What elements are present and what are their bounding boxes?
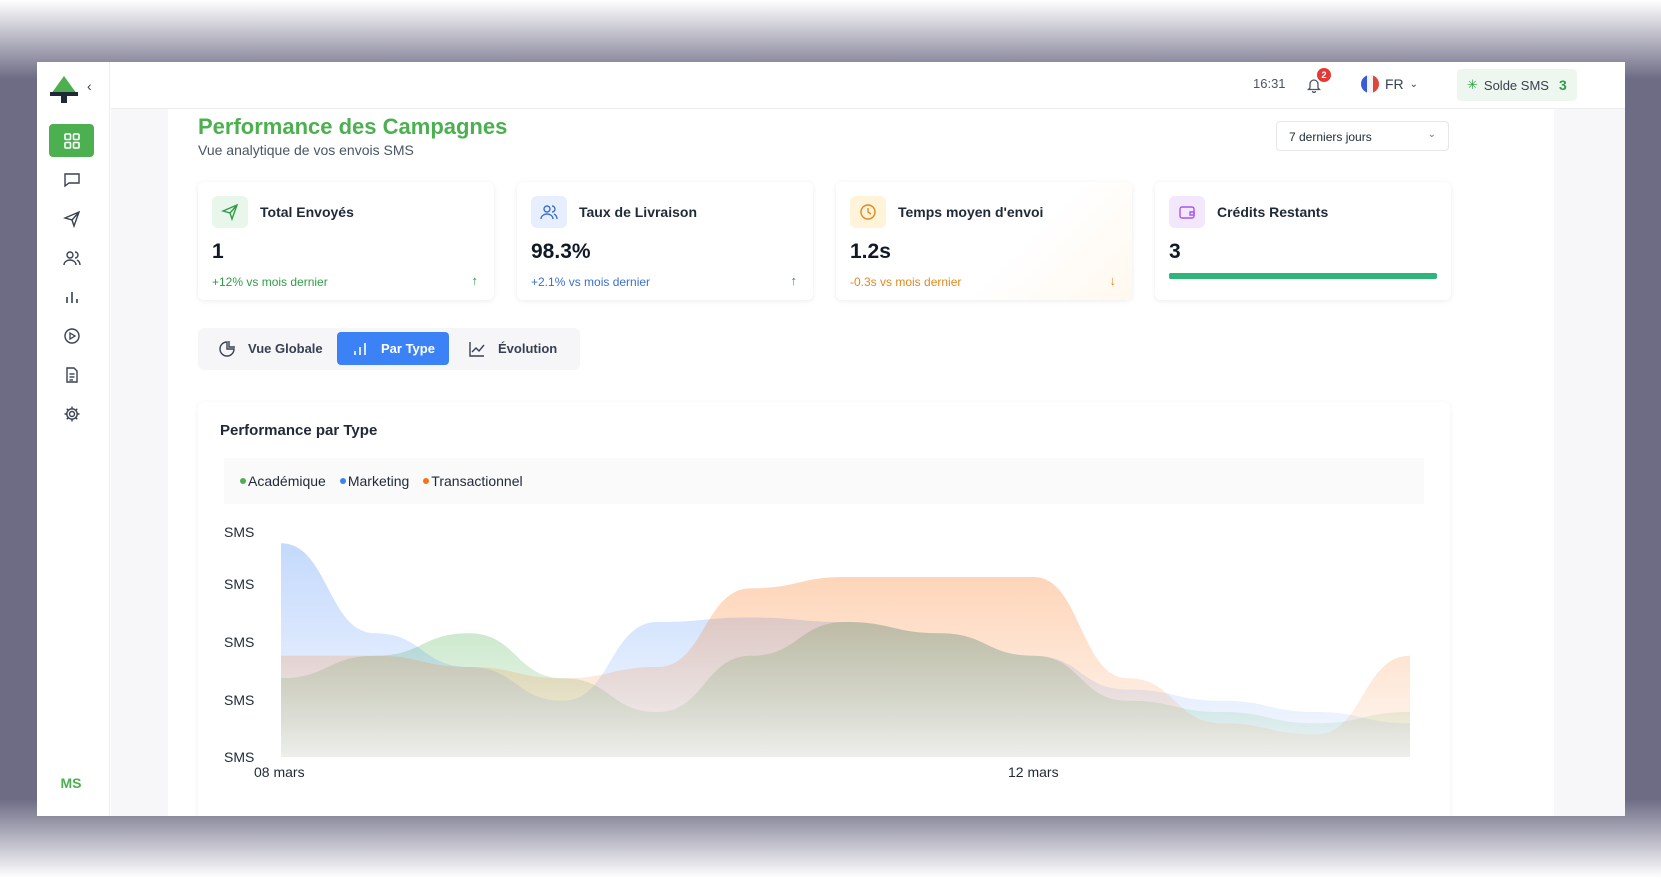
app-window: ‹ MS 16:31 2 FR ⌄ ✳ Solde SMS 3 Performa… [37, 62, 1625, 816]
credits-progress-bar [1169, 273, 1437, 279]
credits-progress-fill [1169, 273, 1437, 279]
y-tick-label: SMS [224, 692, 254, 708]
kpi-label: Taux de Livraison [579, 204, 697, 220]
sms-balance-value: 3 [1558, 77, 1567, 93]
legend-dot [240, 478, 246, 484]
play-circle-icon [63, 327, 80, 344]
tab-evolution[interactable]: Évolution [454, 332, 571, 365]
france-flag-icon [1361, 75, 1379, 93]
wallet-icon [1169, 196, 1205, 228]
kpi-remaining-credits: Crédits Restants 3 [1155, 182, 1451, 300]
arrow-up-icon: ↑ [790, 273, 798, 288]
tab-label: Par Type [381, 341, 435, 356]
x-tick-label: 08 mars [254, 764, 305, 780]
sparkle-icon: ✳ [1467, 77, 1478, 92]
kpi-value: 1.2s [850, 240, 891, 263]
legend-item-academique[interactable]: Académique [240, 473, 326, 489]
sidebar-item-stats[interactable] [49, 280, 94, 313]
bar-chart-icon [65, 291, 78, 303]
kpi-label: Crédits Restants [1217, 204, 1329, 220]
send-icon [62, 210, 80, 228]
kpi-value: 1 [212, 240, 224, 263]
legend-label: Transactionnel [431, 473, 523, 489]
chevron-down-icon: ⌄ [1427, 129, 1436, 140]
y-tick-label: SMS [224, 749, 254, 765]
arrow-down-icon: ↓ [1109, 273, 1117, 288]
kpi-delivery-rate: Taux de Livraison 98.3% +2.1% vs mois de… [517, 182, 813, 300]
y-tick-label: SMS [224, 634, 254, 650]
chart-legend: Académique Marketing Transactionnel [224, 458, 1424, 504]
legend-label: Marketing [347, 473, 410, 489]
period-select[interactable]: 7 derniers jours ⌄ [1276, 121, 1449, 151]
kpi-trend: +12% vs mois dernier [212, 275, 328, 289]
notification-badge: 2 [1317, 68, 1331, 82]
chevron-down-icon: ⌄ [1409, 78, 1419, 90]
kpi-trend: -0.3s vs mois dernier [850, 275, 962, 289]
top-bar: 16:31 2 FR ⌄ ✳ Solde SMS 3 [111, 62, 1625, 109]
sidebar-item-dashboard[interactable] [49, 124, 94, 157]
sidebar: ‹ MS [37, 62, 110, 816]
pie-chart-icon [219, 340, 235, 357]
kpi-trend: +2.1% vs mois dernier [531, 275, 651, 289]
legend-dot [423, 478, 430, 484]
send-icon [212, 196, 248, 228]
series-area-transactionnel [281, 577, 1410, 757]
main-content: Performance des Campagnes Vue analytique… [111, 109, 1625, 816]
sidebar-item-messages[interactable] [49, 163, 94, 196]
chevron-left-icon[interactable]: ‹ [87, 78, 92, 94]
clock-icon [850, 196, 886, 228]
sidebar-item-documents[interactable] [49, 358, 94, 391]
legend-label: Académique [248, 473, 326, 489]
page-subtitle: Vue analytique de vos envois SMS [198, 142, 414, 158]
tab-par-type[interactable]: Par Type [337, 332, 449, 365]
view-tabs: Vue Globale Par Type Évolution [198, 328, 580, 370]
y-tick-label: SMS [224, 576, 254, 592]
sidebar-item-play[interactable] [49, 319, 94, 352]
app-logo[interactable] [47, 74, 81, 104]
legend-dot [339, 478, 346, 484]
language-label: FR [1385, 76, 1404, 92]
dashboard-panel: Performance des Campagnes Vue analytique… [168, 109, 1554, 816]
users-icon [531, 196, 567, 228]
tab-vue-globale[interactable]: Vue Globale [204, 332, 337, 365]
y-tick-label: SMS [224, 524, 254, 540]
tab-label: Vue Globale [248, 341, 323, 356]
legend-item-marketing[interactable]: Marketing [339, 473, 410, 489]
file-icon [65, 366, 78, 383]
legend-item-transactionnel[interactable]: Transactionnel [423, 473, 523, 489]
sidebar-item-send[interactable] [49, 202, 94, 235]
grid-icon [63, 132, 80, 149]
x-tick-label: 12 mars [1008, 764, 1059, 780]
period-select-value: 7 derniers jours [1289, 130, 1372, 144]
kpi-label: Temps moyen d'envoi [898, 204, 1044, 220]
user-avatar[interactable]: MS [53, 770, 89, 796]
line-chart-icon [469, 341, 485, 357]
kpi-label: Total Envoyés [260, 204, 354, 220]
chart-card: Performance par Type Académique Marketin… [198, 402, 1450, 816]
clock-time: 16:31 [1253, 76, 1286, 91]
chart-title: Performance par Type [220, 422, 378, 439]
gear-icon [64, 406, 79, 421]
message-icon [63, 172, 80, 187]
sidebar-item-settings[interactable] [49, 397, 94, 430]
kpi-value: 3 [1169, 240, 1181, 263]
area-chart: SMSSMSSMSSMSSMS08 mars 12 mars [224, 524, 1410, 780]
kpi-value: 98.3% [531, 240, 591, 263]
tab-label: Évolution [498, 341, 558, 356]
sms-balance-button[interactable]: ✳ Solde SMS 3 [1457, 69, 1577, 101]
page-title: Performance des Campagnes [198, 114, 508, 139]
sms-balance-label: Solde SMS [1483, 77, 1549, 93]
bar-chart-icon [354, 342, 366, 355]
users-icon [62, 250, 81, 265]
kpi-average-time: Temps moyen d'envoi 1.2s -0.3s vs mois d… [836, 182, 1132, 300]
sidebar-item-contacts[interactable] [49, 241, 94, 274]
kpi-total-sent: Total Envoyés 1 +12% vs mois dernier ↑ [198, 182, 494, 300]
language-selector[interactable]: FR ⌄ [1361, 75, 1418, 93]
arrow-up-icon: ↑ [471, 273, 479, 288]
